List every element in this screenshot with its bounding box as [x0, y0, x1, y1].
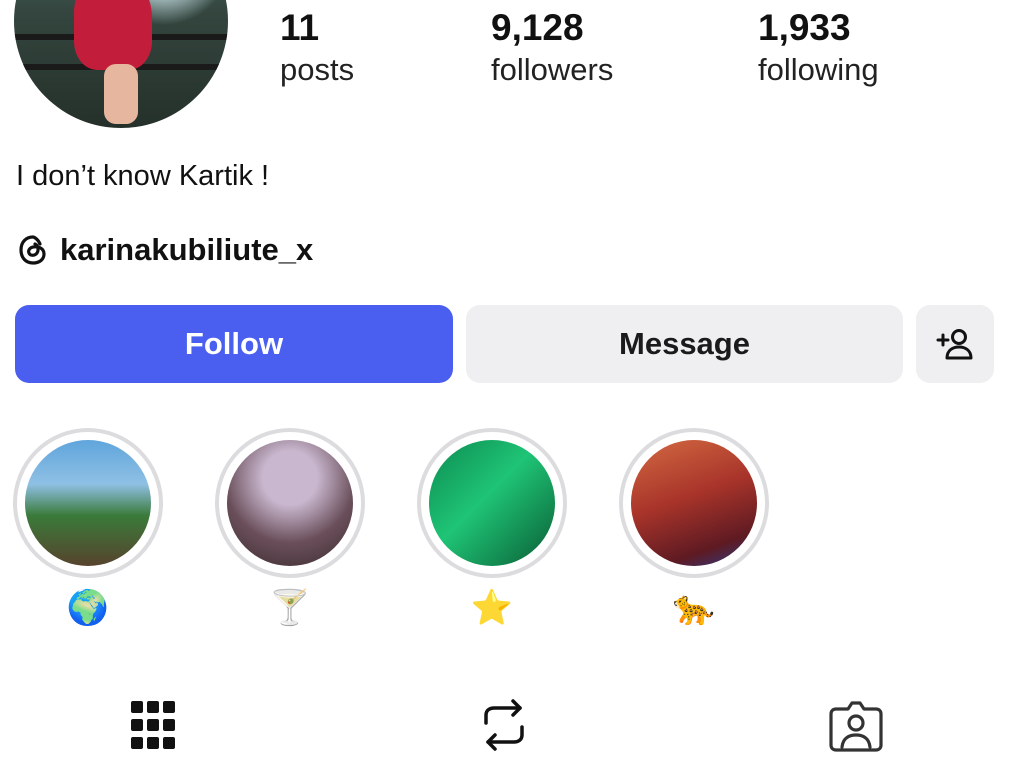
- message-button[interactable]: Message: [466, 305, 903, 383]
- stat-following-label: following: [758, 52, 879, 87]
- highlight-cover-image: [227, 440, 353, 566]
- story-highlight[interactable]: 🍸: [212, 428, 368, 628]
- story-highlight[interactable]: 🌍: [10, 428, 166, 628]
- profile-bio: I don’t know Kartik !: [16, 160, 270, 192]
- stat-posts-label: posts: [280, 52, 355, 87]
- story-highlight[interactable]: ⭐: [414, 428, 570, 628]
- highlight-title: 🌍: [66, 589, 110, 627]
- highlight-title: ⭐: [470, 589, 514, 627]
- suggested-accounts-button[interactable]: [916, 305, 994, 383]
- tab-posts-grid[interactable]: [118, 690, 188, 760]
- stat-posts[interactable]: 11 posts: [280, 6, 354, 90]
- message-button-label: Message: [619, 326, 750, 361]
- highlight-ring: [13, 428, 163, 578]
- highlight-ring: [215, 428, 365, 578]
- highlight-title: 🍸: [268, 589, 312, 627]
- avatar-photo-detail: [74, 0, 152, 70]
- tab-reposts[interactable]: [469, 690, 539, 760]
- follow-button-label: Follow: [184, 326, 284, 361]
- add-person-icon: [936, 329, 973, 360]
- tab-tagged[interactable]: [821, 690, 891, 760]
- stat-followers-value: 9,128: [491, 7, 584, 48]
- highlight-title: 🐆: [672, 589, 716, 627]
- threads-link[interactable]: karinakubiliute_x: [16, 232, 313, 268]
- profile-avatar[interactable]: [14, 0, 228, 128]
- threads-icon: [19, 235, 46, 265]
- story-highlight[interactable]: 🐆: [616, 428, 772, 628]
- highlight-cover-image: [25, 440, 151, 566]
- avatar-photo-detail: [104, 64, 138, 124]
- stat-following[interactable]: 1,933 following: [758, 6, 879, 90]
- stat-posts-value: 11: [280, 7, 320, 48]
- grid-icon: [131, 701, 175, 749]
- stat-followers[interactable]: 9,128 followers: [491, 6, 613, 90]
- highlight-ring: [417, 428, 567, 578]
- highlight-cover-image: [429, 440, 555, 566]
- highlight-ring: [619, 428, 769, 578]
- stat-followers-label: followers: [491, 52, 614, 87]
- reels-repost-icon: [484, 699, 524, 751]
- tagged-icon: [829, 701, 883, 752]
- follow-button[interactable]: Follow: [15, 305, 453, 383]
- stat-following-value: 1,933: [758, 7, 851, 48]
- highlight-cover-image: [631, 440, 757, 566]
- threads-handle: karinakubiliute_x: [60, 232, 314, 267]
- profile-tab-bar: [0, 690, 1024, 768]
